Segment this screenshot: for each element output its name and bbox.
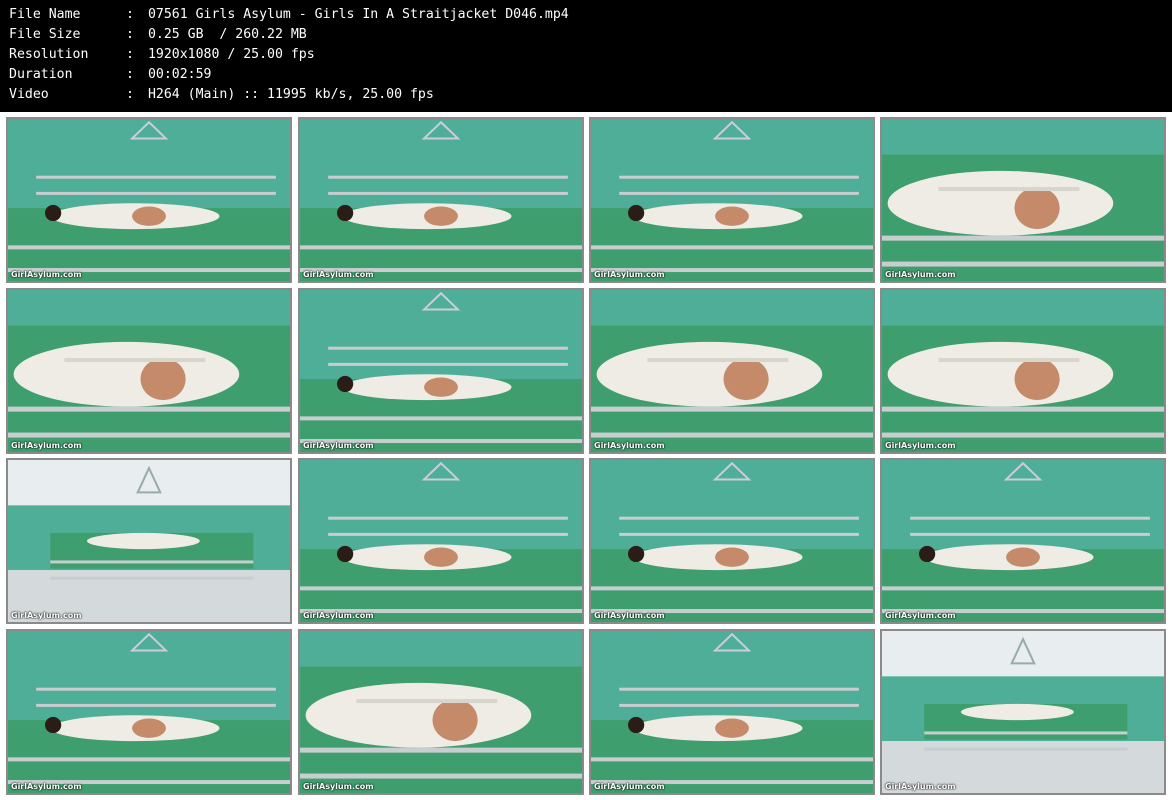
meta-key: File Size (9, 27, 81, 42)
meta-value: 1920x1080 / 25.00 fps (147, 47, 315, 62)
video-thumbnail: GirlAsylum.com (6, 117, 292, 283)
meta-separator: : (126, 87, 134, 102)
video-thumbnail: GirlAsylum.com (298, 629, 584, 795)
watermark-label: GirlAsylum.com (885, 270, 956, 279)
watermark-label: GirlAsylum.com (885, 441, 956, 450)
watermark-label: GirlAsylum.com (594, 441, 665, 450)
meta-row-duration: Duration:00:02:59 (0, 65, 1172, 85)
watermark-label: GirlAsylum.com (11, 782, 82, 791)
file-metadata-panel: File Name:07561 Girls Asylum - Girls In … (0, 0, 1172, 112)
video-thumbnail: GirlAsylum.com (589, 288, 875, 454)
meta-row-file-size: File Size:0.25 GB / 260.22 MB (0, 25, 1172, 45)
watermark-label: GirlAsylum.com (11, 441, 82, 450)
video-thumbnail: GirlAsylum.com (589, 458, 875, 624)
watermark-label: GirlAsylum.com (885, 782, 956, 791)
video-thumbnail: GirlAsylum.com (6, 458, 292, 624)
meta-row-file-name: File Name:07561 Girls Asylum - Girls In … (0, 5, 1172, 25)
video-thumbnail: GirlAsylum.com (589, 117, 875, 283)
video-thumbnail: GirlAsylum.com (589, 629, 875, 795)
video-thumbnail: GirlAsylum.com (880, 458, 1166, 624)
meta-separator: : (126, 27, 134, 42)
watermark-label: GirlAsylum.com (303, 441, 374, 450)
thumbnail-grid: GirlAsylum.com GirlAsylum.com GirlAsylum… (0, 112, 1172, 800)
watermark-label: GirlAsylum.com (594, 270, 665, 279)
watermark-label: GirlAsylum.com (594, 611, 665, 620)
watermark-label: GirlAsylum.com (594, 782, 665, 791)
video-thumbnail: GirlAsylum.com (880, 629, 1166, 795)
meta-row-resolution: Resolution:1920x1080 / 25.00 fps (0, 45, 1172, 65)
video-thumbnail: GirlAsylum.com (6, 288, 292, 454)
watermark-label: GirlAsylum.com (11, 270, 82, 279)
meta-key: Video (9, 87, 49, 102)
video-thumbnail: GirlAsylum.com (6, 629, 292, 795)
meta-value: 07561 Girls Asylum - Girls In A Straitja… (147, 7, 569, 22)
meta-separator: : (126, 47, 134, 62)
meta-key: Resolution (9, 47, 89, 62)
watermark-label: GirlAsylum.com (303, 782, 374, 791)
meta-value: 0.25 GB / 260.22 MB (147, 27, 307, 42)
meta-value: H264 (Main) :: 11995 kb/s, 25.00 fps (147, 87, 434, 102)
video-thumbnail: GirlAsylum.com (880, 117, 1166, 283)
meta-key: Duration (9, 67, 73, 82)
video-thumbnail: GirlAsylum.com (298, 117, 584, 283)
watermark-label: GirlAsylum.com (303, 611, 374, 620)
video-thumbnail: GirlAsylum.com (880, 288, 1166, 454)
meta-separator: : (126, 7, 134, 22)
watermark-label: GirlAsylum.com (885, 611, 956, 620)
meta-row-video: Video: H264 (Main) :: 11995 kb/s, 25.00 f… (0, 85, 1172, 105)
watermark-label: GirlAsylum.com (303, 270, 374, 279)
watermark-label: GirlAsylum.com (11, 611, 82, 620)
video-thumbnail: GirlAsylum.com (298, 458, 584, 624)
meta-separator: : (126, 67, 134, 82)
video-thumbnail: GirlAsylum.com (298, 288, 584, 454)
meta-key: File Name (9, 7, 81, 22)
meta-value: 00:02:59 (147, 67, 212, 82)
